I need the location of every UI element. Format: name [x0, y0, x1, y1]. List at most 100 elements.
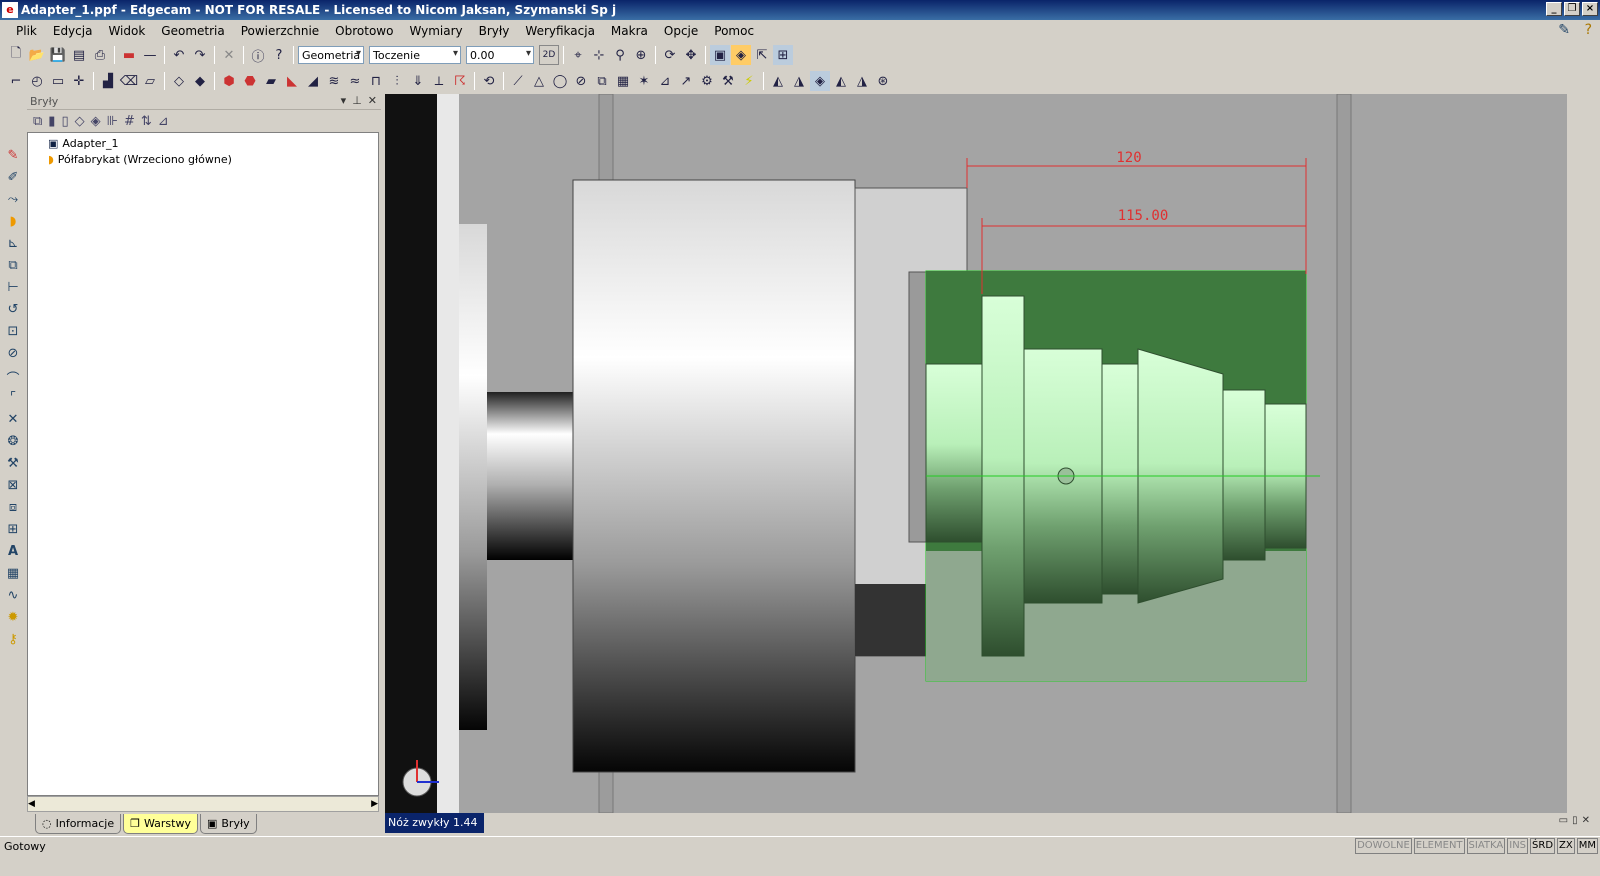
fillet-icon[interactable]: ⌒ — [3, 368, 23, 387]
menu-obrotowo[interactable]: Obrotowo — [327, 24, 401, 38]
point-tool-icon[interactable]: ✛ — [69, 71, 89, 91]
tab-warstwy[interactable]: ❐ Warstwy — [123, 814, 198, 834]
hatch-icon[interactable]: ▦ — [3, 566, 23, 584]
layer-2-icon[interactable]: ◮ — [789, 71, 809, 91]
burst-icon[interactable]: ✹ — [3, 610, 23, 628]
column-icon[interactable]: ⊪ — [107, 114, 118, 129]
open-file-icon[interactable]: 📂 — [27, 45, 47, 65]
scroll-left-icon[interactable]: ◀ — [28, 799, 35, 809]
pencil-icon[interactable]: ✐ — [3, 170, 23, 188]
undo-icon[interactable]: ↶ — [169, 45, 189, 65]
view-fit-icon[interactable]: ⊞ — [773, 45, 793, 65]
layer-4-icon[interactable]: ◭ — [831, 71, 851, 91]
group-icon[interactable]: ⧉ — [33, 114, 42, 129]
delete-icon[interactable]: ✕ — [219, 45, 239, 65]
brush-icon[interactable]: ✎ — [3, 148, 23, 166]
indicator-zx[interactable]: ZX — [1557, 838, 1575, 854]
line-tool-icon[interactable]: ⌐ — [6, 71, 26, 91]
angle-tool-icon[interactable]: △ — [529, 71, 549, 91]
info-icon[interactable]: ⓘ — [248, 45, 268, 65]
stock-tool-icon[interactable]: ⬢ — [219, 71, 239, 91]
rough-tool-icon[interactable]: ≋ — [324, 71, 344, 91]
drill-tool-icon[interactable]: ⇓ — [408, 71, 428, 91]
scroll-right-icon[interactable]: ▶ — [371, 799, 378, 809]
rotate-view-icon[interactable]: ⟳ — [660, 45, 680, 65]
minimize-button[interactable]: _ — [1546, 2, 1562, 16]
dimension-tool-icon[interactable]: ⊿ — [655, 71, 675, 91]
view-direction-icon[interactable]: ⇱ — [752, 45, 772, 65]
panel-close-icon[interactable]: ✕ — [368, 94, 377, 107]
viewport-window-controls[interactable]: ▭▯✕ — [1559, 815, 1594, 826]
close-button[interactable]: × — [1582, 2, 1598, 16]
layer-3-icon[interactable]: ◈ — [810, 71, 830, 91]
tree-item[interactable]: ▣ Adapter_1 — [28, 135, 378, 151]
leader-tool-icon[interactable]: ↗ — [676, 71, 696, 91]
new-file-icon[interactable]: 🗋 — [6, 45, 26, 65]
snap-point-icon[interactable]: ⊹ — [589, 45, 609, 65]
help-icon[interactable]: ? — [269, 45, 289, 65]
measure-tool-icon[interactable]: ⟋ — [508, 71, 528, 91]
layer-5-icon[interactable]: ◮ — [852, 71, 872, 91]
shaded-view-icon[interactable]: ▣ — [710, 45, 730, 65]
circle-slash-icon[interactable]: ⊘ — [3, 346, 23, 364]
snap-add-icon[interactable]: ⊕ — [631, 45, 651, 65]
snap-grid-icon[interactable]: ⌖ — [568, 45, 588, 65]
redo-icon[interactable]: ↷ — [190, 45, 210, 65]
scale-icon[interactable]: ⊡ — [3, 324, 23, 342]
menu-powierzchnie[interactable]: Powierzchnie — [233, 24, 327, 38]
arc-tool-icon[interactable]: ◴ — [27, 71, 47, 91]
fill-icon[interactable]: ◇ — [75, 114, 85, 129]
menu-weryfikacja[interactable]: Weryfikacja — [517, 24, 603, 38]
feature-find-icon[interactable]: ◇ — [169, 71, 189, 91]
horizontal-scrollbar[interactable]: ◀ ▶ — [27, 796, 379, 812]
view-2d-button[interactable]: 2D — [539, 45, 559, 65]
menu-widok[interactable]: Widok — [100, 24, 153, 38]
tree-item[interactable]: ◗ Półfabrykat (Wrzeciono główne) — [28, 151, 378, 167]
circle-tool-icon[interactable]: ◯ — [550, 71, 570, 91]
rotate-icon[interactable]: ↺ — [3, 302, 23, 320]
menu-pomoc[interactable]: Pomoc — [706, 24, 762, 38]
rectangle-tool-icon[interactable]: ▭ — [48, 71, 68, 91]
stock-edit-icon[interactable]: ⬣ — [240, 71, 260, 91]
feature-edit-icon[interactable]: ◆ — [190, 71, 210, 91]
spline-icon[interactable]: ∿ — [3, 588, 23, 606]
key-icon[interactable]: ⚷ — [3, 632, 23, 650]
save-icon[interactable]: 💾 — [48, 45, 68, 65]
layer-1-icon[interactable]: ◭ — [768, 71, 788, 91]
thread-tool-icon[interactable]: ⫶ — [387, 71, 407, 91]
print-icon[interactable]: ⎙ — [90, 45, 110, 65]
indicator-ins[interactable]: INS — [1507, 838, 1529, 854]
grid-icon[interactable]: ⊞ — [3, 522, 23, 540]
hash-icon[interactable]: # — [124, 114, 135, 129]
turret-tool-icon[interactable]: ⚒ — [718, 71, 738, 91]
profile-tool-icon[interactable]: ◢ — [303, 71, 323, 91]
groove-tool-icon[interactable]: ⊓ — [366, 71, 386, 91]
chamfer-icon[interactable]: ⌜ — [3, 390, 23, 408]
line-style-icon[interactable]: — — [140, 45, 160, 65]
pdf-icon[interactable]: ☈ — [450, 71, 470, 91]
chart-tool-icon[interactable]: ▟ — [98, 71, 118, 91]
graphics-viewport[interactable]: 120 115.00 — [385, 94, 1567, 813]
menu-wymiary[interactable]: Wymiary — [401, 24, 470, 38]
offset-tool-icon[interactable]: ⧉ — [592, 71, 612, 91]
boundary-icon[interactable]: ⊠ — [3, 478, 23, 496]
pan-view-icon[interactable]: ✥ — [681, 45, 701, 65]
no-entry-icon[interactable]: ⊘ — [571, 71, 591, 91]
panel-menu-icon[interactable]: ▾ — [341, 94, 347, 107]
edit-icon[interactable]: ✎ — [1558, 22, 1570, 38]
simulate-icon[interactable]: ⟲ — [479, 71, 499, 91]
profile-icon[interactable]: ⊾ — [3, 236, 23, 254]
panel-pin-icon[interactable]: ⊥ — [352, 94, 362, 107]
indicator-siatka[interactable]: SIATKA — [1466, 838, 1506, 854]
part-off-icon[interactable]: ⟂ — [429, 71, 449, 91]
process-select[interactable]: Toczenie — [369, 46, 461, 64]
indicator-element[interactable]: ELEMENT — [1413, 838, 1465, 854]
trim-icon[interactable]: ✕ — [3, 412, 23, 430]
menu-geometria[interactable]: Geometria — [153, 24, 232, 38]
symbol-tool-icon[interactable]: ✶ — [634, 71, 654, 91]
fixture-tool-icon[interactable]: ▰ — [261, 71, 281, 91]
measure-icon[interactable]: ⊢ — [3, 280, 23, 298]
menu-makra[interactable]: Makra — [603, 24, 656, 38]
snap-user-icon[interactable]: ⚲ — [610, 45, 630, 65]
surface-icon[interactable]: ⧈ — [3, 500, 23, 518]
